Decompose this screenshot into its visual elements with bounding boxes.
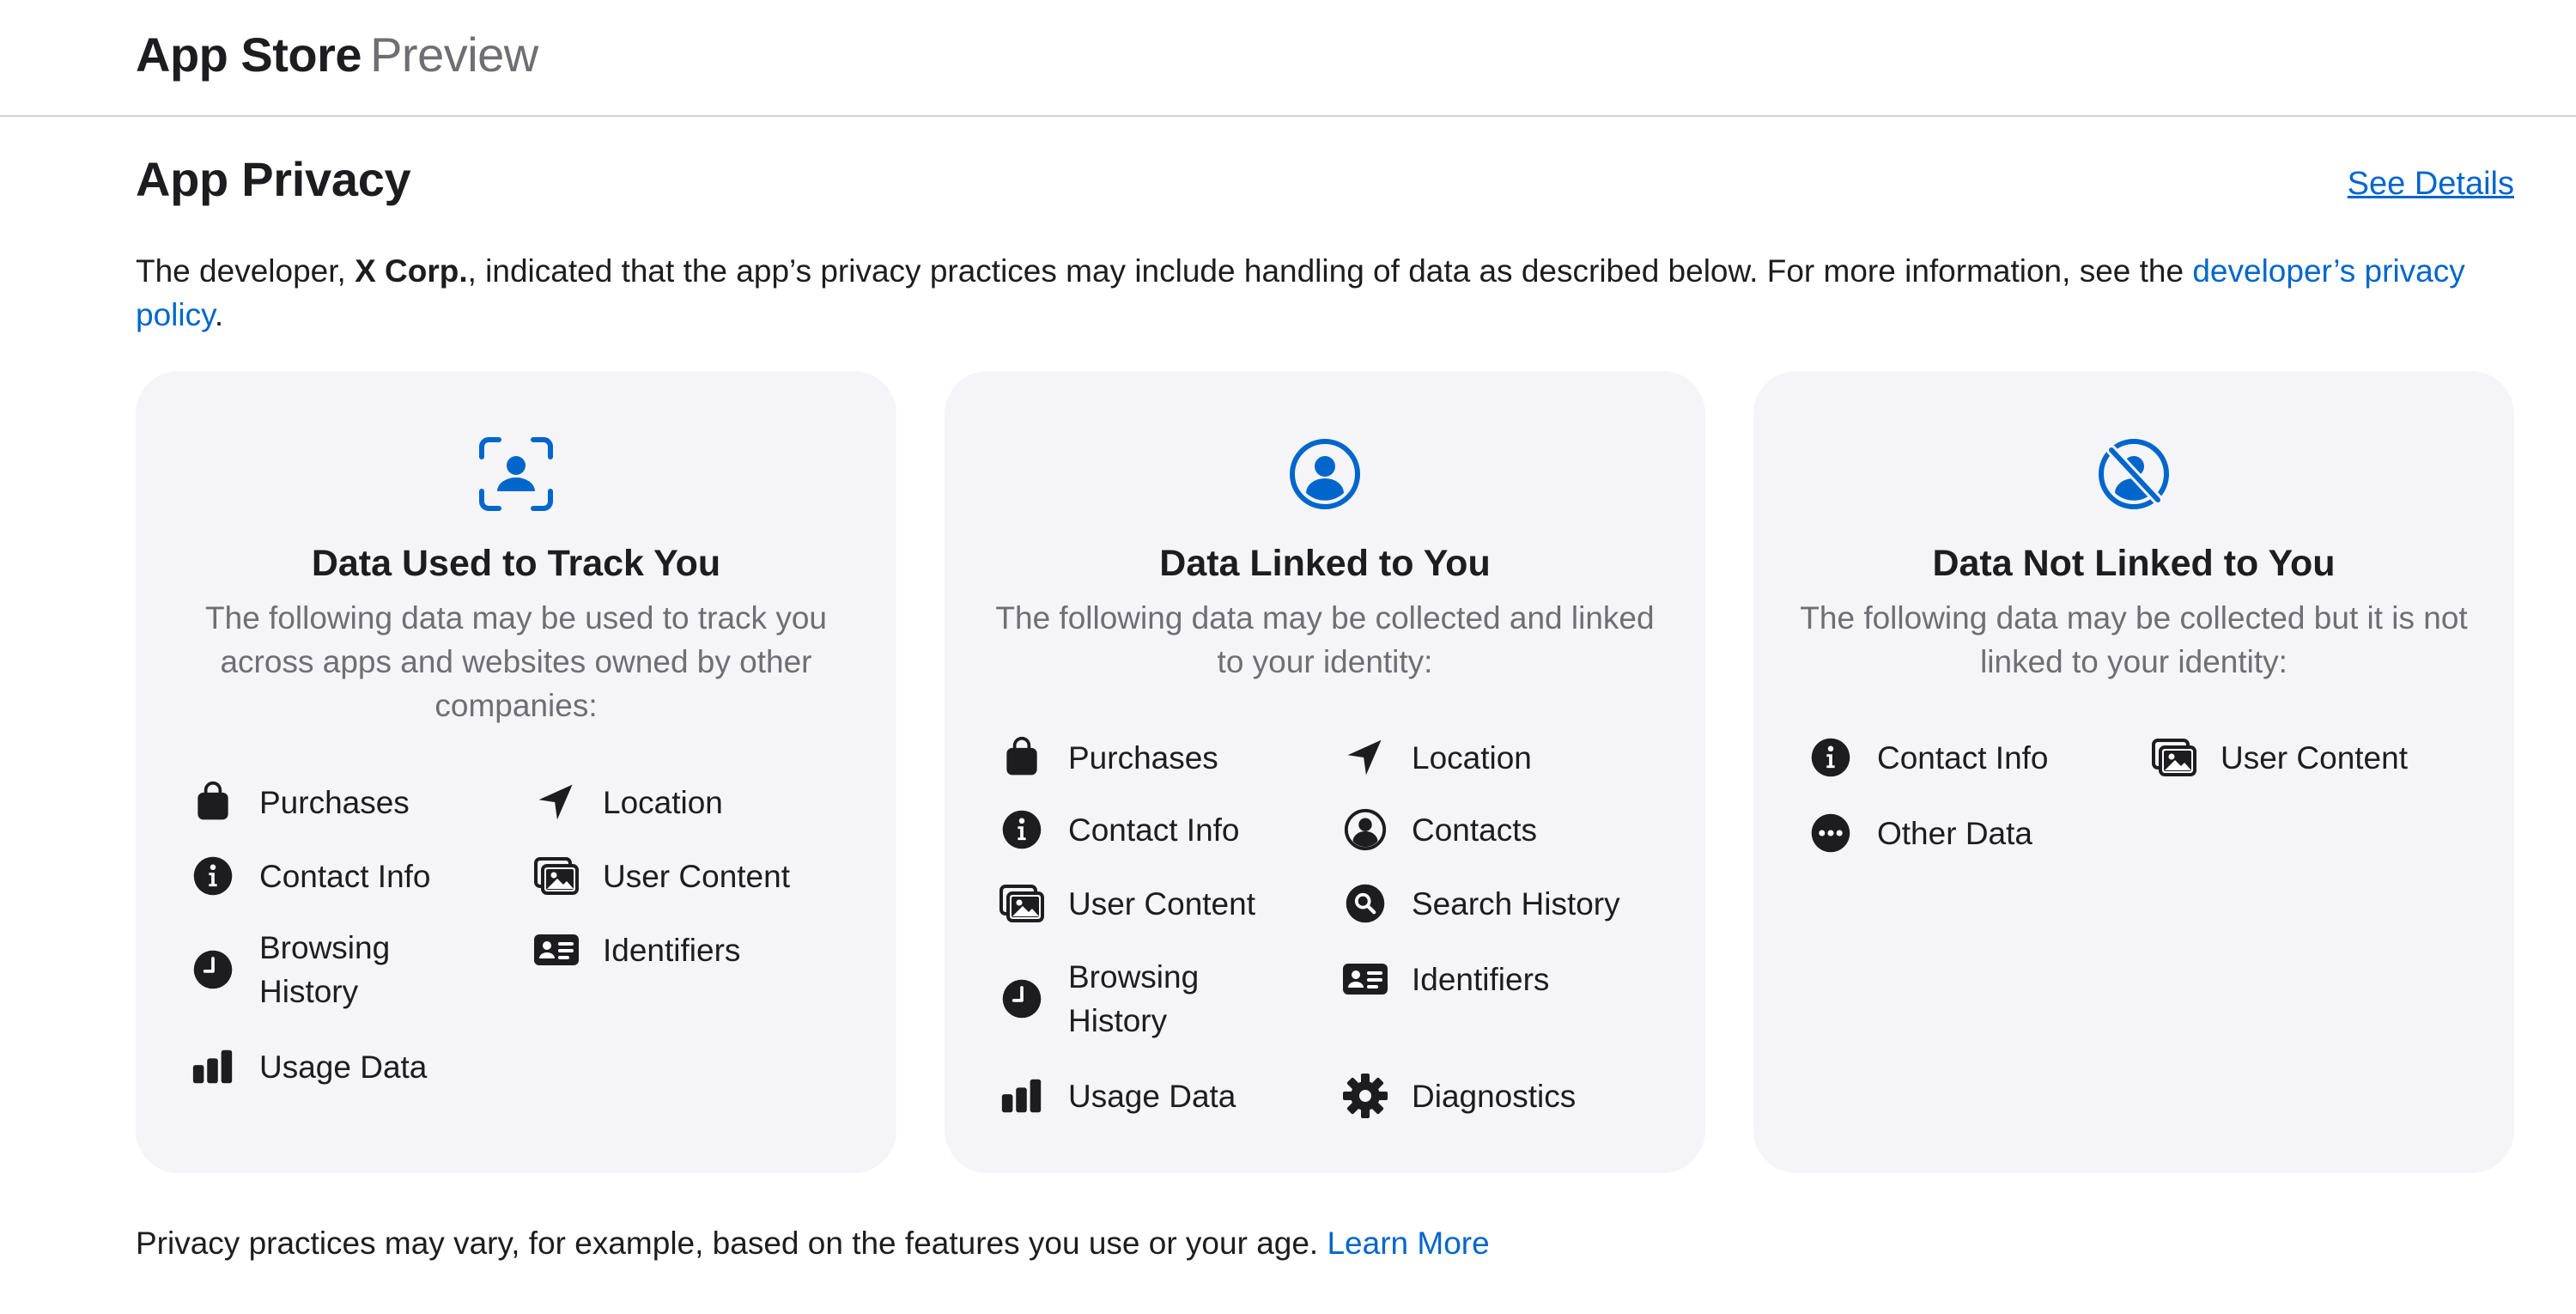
list-item-user-content: User Content (2150, 733, 2444, 782)
intro-before: The developer, (136, 253, 355, 289)
bag-icon (189, 778, 237, 826)
bar-chart-icon (189, 1043, 237, 1091)
brand-main: App Store (136, 27, 362, 82)
list-item-contact-info: Contact Info (189, 852, 483, 900)
item-label: Other Data (1877, 815, 2032, 851)
list-item-usage-data: Usage Data (998, 1072, 1291, 1120)
item-label: User Content (1068, 885, 1255, 922)
item-label: Browsing History (259, 930, 391, 1009)
clock-icon (998, 975, 1046, 1023)
list-item-contacts: Contacts (1341, 806, 1635, 854)
card-title: Data Linked to You (1159, 543, 1491, 584)
list-item-identifiers: Identifiers (532, 926, 826, 974)
photos-icon (998, 879, 1046, 928)
see-details-link[interactable]: See Details (2348, 163, 2514, 204)
tracking-icon (479, 437, 553, 511)
person-circle-icon (1290, 439, 1360, 509)
bar-chart-icon (998, 1072, 1046, 1120)
item-label: Location (603, 784, 723, 820)
item-label: Identifiers (603, 932, 741, 968)
item-label: Contacts (1412, 812, 1538, 848)
person-circle-icon (1341, 806, 1389, 854)
item-label: Usage Data (1068, 1078, 1236, 1114)
photos-icon (532, 852, 580, 900)
card-data-linked-to-you: Data Linked to You The following data ma… (945, 371, 1705, 1173)
item-label: Browsing History (1068, 959, 1200, 1038)
card-data-used-to-track-you: Data Used to Track You The following dat… (136, 371, 896, 1173)
intro-after: , indicated that the app’s privacy pract… (467, 253, 2193, 289)
info-circle-icon (998, 806, 1046, 854)
list-item-diagnostics: Diagnostics (1341, 1072, 1635, 1120)
magnifier-icon (1341, 879, 1389, 928)
list-item-other-data: Other Data (1807, 809, 2100, 857)
clock-icon (189, 946, 237, 994)
footer-text: Privacy practices may vary, for example,… (136, 1226, 1319, 1261)
list-item-location: Location (1341, 733, 1635, 782)
location-arrow-icon (532, 778, 580, 826)
list-item-contact-info: Contact Info (998, 806, 1291, 854)
id-card-icon (532, 926, 580, 974)
list-item-user-content: User Content (532, 852, 826, 900)
item-label: Purchases (1068, 739, 1218, 776)
gear-icon (1341, 1072, 1389, 1120)
list-item-user-content: User Content (998, 879, 1291, 928)
list-item-contact-info: Contact Info (1807, 733, 2100, 782)
ellipsis-circle-icon (1807, 809, 1855, 857)
item-label: Identifiers (1412, 961, 1550, 997)
item-label: User Content (2221, 739, 2408, 776)
card-description: The following data may be used to track … (205, 600, 827, 723)
app-store-brand[interactable]: App Store Preview (136, 24, 538, 86)
item-label: Search History (1412, 885, 1620, 922)
item-label: Usage Data (259, 1049, 428, 1085)
item-label: User Content (603, 858, 790, 894)
intro-end: . (214, 297, 224, 332)
card-title: Data Not Linked to You (1932, 543, 2336, 584)
item-label: Contact Info (1068, 812, 1240, 848)
list-item-identifiers: Identifiers (1341, 955, 1635, 1003)
brand-sub: Preview (370, 27, 538, 82)
id-card-icon (1341, 955, 1389, 1003)
list-item-search-history: Search History (1341, 879, 1635, 928)
footer-note: Privacy practices may vary, for example,… (136, 1221, 1490, 1265)
developer-name: X Corp. (355, 253, 468, 289)
list-item-browsing-history: Browsing History (998, 955, 1231, 1043)
learn-more-link[interactable]: Learn More (1327, 1226, 1489, 1261)
list-item-location: Location (532, 778, 826, 826)
item-label: Contact Info (1877, 739, 2049, 776)
item-label: Diagnostics (1412, 1078, 1577, 1114)
list-item-purchases: Purchases (998, 733, 1291, 782)
item-label: Contact Info (259, 858, 431, 894)
top-bar: App Store Preview (0, 0, 2576, 117)
card-data-not-linked-to-you: Data Not Linked to You The following dat… (1753, 371, 2514, 1173)
intro-text: The developer, X Corp., indicated that t… (136, 249, 2471, 337)
bag-icon (998, 733, 1046, 782)
card-description: The following data may be collected and … (995, 600, 1655, 679)
item-label: Location (1412, 739, 1532, 776)
card-title: Data Used to Track You (311, 543, 721, 584)
info-circle-icon (1807, 733, 1855, 782)
card-description: The following data may be collected but … (1800, 600, 2468, 679)
info-circle-icon (189, 852, 237, 900)
list-item-purchases: Purchases (189, 778, 483, 826)
section-title: App Privacy (136, 152, 411, 206)
item-label: Purchases (259, 784, 410, 820)
person-slash-icon (2099, 439, 2169, 509)
list-item-browsing-history: Browsing History (189, 926, 422, 1013)
photos-icon (2150, 733, 2198, 782)
list-item-usage-data: Usage Data (189, 1043, 483, 1091)
location-arrow-icon (1341, 733, 1389, 782)
